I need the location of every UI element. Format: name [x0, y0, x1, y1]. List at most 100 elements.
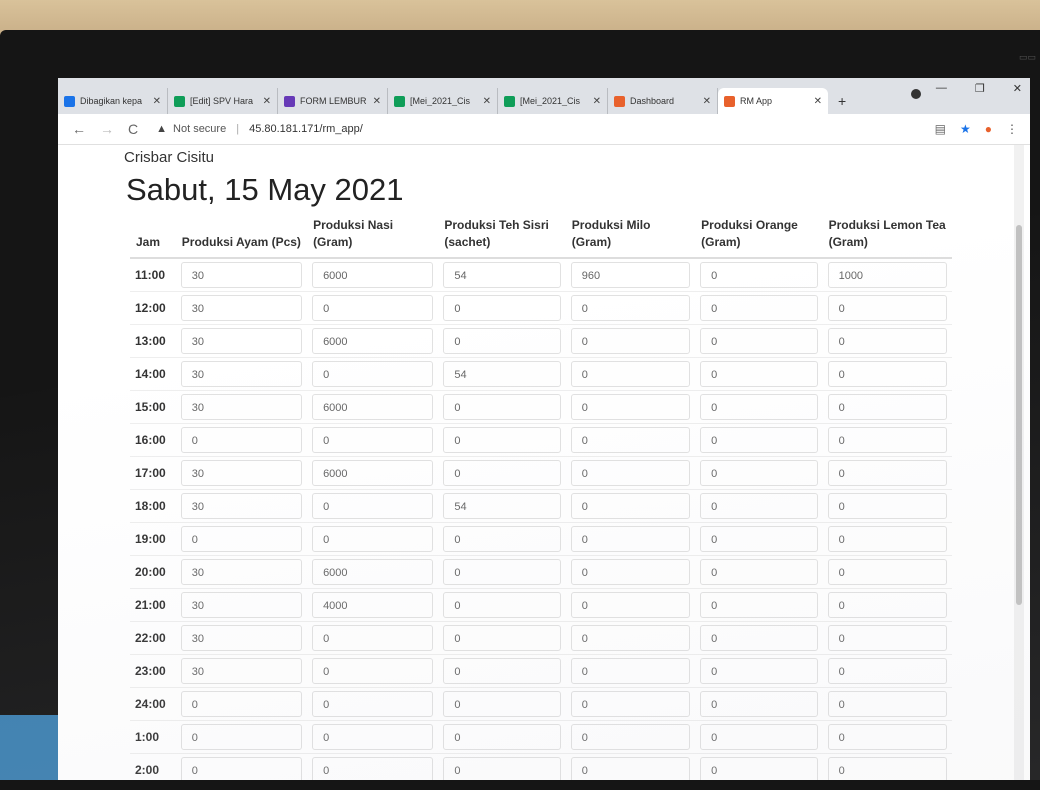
lemon-input[interactable]: 0 [827, 427, 947, 453]
orange-input[interactable]: 0 [700, 361, 818, 387]
milo-input[interactable]: 0 [570, 625, 691, 651]
tab-close-icon[interactable]: ✕ [814, 96, 822, 107]
translate-icon[interactable]: ▤ [935, 122, 946, 136]
nasi-input[interactable]: 0 [312, 295, 434, 321]
nasi-input[interactable]: 0 [312, 526, 434, 552]
milo-input[interactable]: 960 [570, 262, 691, 288]
lemon-input[interactable]: 0 [827, 625, 947, 651]
tab-close-icon[interactable]: ✕ [593, 96, 601, 107]
minimize-icon[interactable]: — [936, 82, 947, 95]
milo-input[interactable]: 0 [570, 526, 691, 552]
teh-input[interactable]: 54 [443, 361, 561, 387]
milo-input[interactable]: 0 [570, 559, 691, 585]
browser-tab[interactable]: Dashboard ✕ [608, 88, 718, 114]
lemon-input[interactable]: 0 [827, 592, 947, 618]
nasi-input[interactable]: 0 [312, 361, 434, 387]
ayam-input[interactable]: 30 [180, 460, 303, 486]
teh-input[interactable]: 54 [443, 493, 561, 519]
profile-icon[interactable] [911, 89, 921, 99]
reload-icon[interactable]: C [128, 121, 138, 137]
ayam-input[interactable]: 0 [180, 427, 303, 453]
browser-tab[interactable]: [Mei_2021_Cis ✕ [498, 88, 608, 114]
tab-close-icon[interactable]: ✕ [483, 96, 491, 107]
orange-input[interactable]: 0 [700, 658, 818, 684]
milo-input[interactable]: 0 [570, 394, 691, 420]
orange-input[interactable]: 0 [700, 724, 818, 750]
browser-tab[interactable]: FORM LEMBUR ✕ [278, 88, 388, 114]
lemon-input[interactable]: 0 [827, 295, 947, 321]
new-tab-button[interactable]: + [828, 88, 856, 114]
lemon-input[interactable]: 0 [827, 526, 947, 552]
milo-input[interactable]: 0 [570, 691, 691, 717]
nasi-input[interactable]: 0 [312, 757, 434, 780]
teh-input[interactable]: 0 [443, 394, 561, 420]
nasi-input[interactable]: 6000 [312, 328, 434, 354]
browser-tab[interactable]: RM App ✕ [718, 88, 828, 114]
orange-input[interactable]: 0 [700, 460, 818, 486]
milo-input[interactable]: 0 [570, 295, 691, 321]
nasi-input[interactable]: 4000 [312, 592, 434, 618]
ayam-input[interactable]: 0 [180, 724, 303, 750]
scrollbar-thumb[interactable] [1016, 225, 1022, 605]
ayam-input[interactable]: 30 [180, 262, 303, 288]
orange-input[interactable]: 0 [700, 592, 818, 618]
lemon-input[interactable]: 0 [827, 559, 947, 585]
nasi-input[interactable]: 6000 [312, 262, 434, 288]
orange-input[interactable]: 0 [700, 691, 818, 717]
ayam-input[interactable]: 30 [180, 394, 303, 420]
teh-input[interactable]: 0 [443, 427, 561, 453]
teh-input[interactable]: 0 [443, 625, 561, 651]
orange-input[interactable]: 0 [700, 394, 818, 420]
orange-input[interactable]: 0 [700, 328, 818, 354]
milo-input[interactable]: 0 [570, 361, 691, 387]
milo-input[interactable]: 0 [570, 658, 691, 684]
nasi-input[interactable]: 0 [312, 724, 434, 750]
milo-input[interactable]: 0 [570, 592, 691, 618]
forward-icon[interactable]: → [100, 121, 114, 137]
back-icon[interactable]: ← [72, 121, 86, 137]
nasi-input[interactable]: 0 [312, 427, 434, 453]
ayam-input[interactable]: 0 [180, 757, 303, 780]
orange-input[interactable]: 0 [700, 757, 818, 780]
tab-close-icon[interactable]: ✕ [153, 96, 161, 107]
browser-tab[interactable]: [Mei_2021_Cis ✕ [388, 88, 498, 114]
orange-input[interactable]: 0 [700, 262, 818, 288]
milo-input[interactable]: 0 [570, 757, 691, 780]
bookmark-star-icon[interactable]: ★ [960, 122, 971, 136]
ayam-input[interactable]: 0 [180, 526, 303, 552]
milo-input[interactable]: 0 [570, 328, 691, 354]
lemon-input[interactable]: 0 [827, 394, 947, 420]
lemon-input[interactable]: 0 [827, 460, 947, 486]
teh-input[interactable]: 0 [443, 757, 561, 780]
extension-icon[interactable]: ● [985, 122, 992, 136]
teh-input[interactable]: 0 [443, 328, 561, 354]
milo-input[interactable]: 0 [570, 493, 691, 519]
teh-input[interactable]: 0 [443, 526, 561, 552]
milo-input[interactable]: 0 [570, 460, 691, 486]
orange-input[interactable]: 0 [700, 559, 818, 585]
lemon-input[interactable]: 0 [827, 658, 947, 684]
teh-input[interactable]: 0 [443, 559, 561, 585]
teh-input[interactable]: 0 [443, 460, 561, 486]
orange-input[interactable]: 0 [700, 493, 818, 519]
lemon-input[interactable]: 0 [827, 724, 947, 750]
nasi-input[interactable]: 0 [312, 658, 434, 684]
restore-icon[interactable]: ❐ [975, 82, 985, 95]
teh-input[interactable]: 0 [443, 691, 561, 717]
browser-tab[interactable]: Dibagikan kepa ✕ [58, 88, 168, 114]
ayam-input[interactable]: 30 [180, 295, 303, 321]
ayam-input[interactable]: 30 [180, 559, 303, 585]
lemon-input[interactable]: 0 [827, 328, 947, 354]
nasi-input[interactable]: 6000 [312, 394, 434, 420]
browser-tab[interactable]: [Edit] SPV Hara ✕ [168, 88, 278, 114]
teh-input[interactable]: 54 [443, 262, 561, 288]
tab-close-icon[interactable]: ✕ [263, 96, 271, 107]
ayam-input[interactable]: 30 [180, 658, 303, 684]
ayam-input[interactable]: 30 [180, 493, 303, 519]
ayam-input[interactable]: 30 [180, 328, 303, 354]
nasi-input[interactable]: 0 [312, 691, 434, 717]
tab-close-icon[interactable]: ✕ [373, 96, 381, 107]
nasi-input[interactable]: 0 [312, 493, 434, 519]
nasi-input[interactable]: 6000 [312, 460, 434, 486]
close-window-icon[interactable]: ✕ [1013, 82, 1022, 95]
